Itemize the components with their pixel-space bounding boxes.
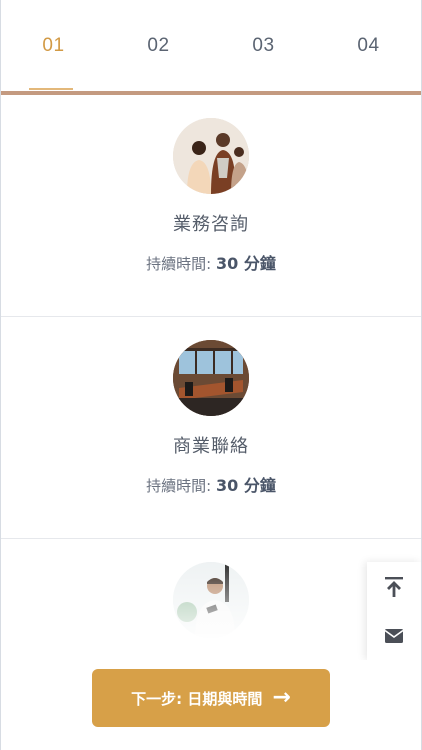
step-tabs: 01 02 03 04 <box>1 0 421 92</box>
conference-room-photo <box>173 340 249 416</box>
service-title: 業務咨詢 <box>173 214 249 235</box>
service-duration: 持續時間: 30 分鐘 <box>146 250 276 274</box>
duration-value: 30 分鐘 <box>216 476 276 495</box>
arrow-right-icon: → <box>272 685 291 710</box>
booking-widget: 01 02 03 04 業務咨詢 持續時間: 30 分鐘 商業聯絡 持續時間: … <box>0 0 422 750</box>
service-item-consulting[interactable]: 業務咨詢 持續時間: 30 分鐘 <box>1 95 421 317</box>
floating-actions <box>367 562 421 660</box>
tab-step-2[interactable]: 02 <box>106 0 211 92</box>
mail-icon[interactable] <box>367 611 421 660</box>
tab-step-1[interactable]: 01 <box>1 0 106 92</box>
next-step-label: 下一步: 日期與時間 <box>131 689 263 708</box>
service-title: 商業聯絡 <box>173 436 249 457</box>
duration-label: 持續時間: <box>146 477 212 495</box>
arrow-up-to-line-icon[interactable] <box>367 562 421 611</box>
duration-value: 30 分鐘 <box>216 254 276 273</box>
man-with-phone-photo <box>173 562 249 638</box>
duration-label: 持續時間: <box>146 255 212 273</box>
service-item-business-contact[interactable]: 商業聯絡 持續時間: 30 分鐘 <box>1 317 421 539</box>
bottom-action-bar: 下一步: 日期與時間 → <box>1 660 421 750</box>
tab-step-4[interactable]: 04 <box>316 0 421 92</box>
service-list: 業務咨詢 持續時間: 30 分鐘 商業聯絡 持續時間: 30 分鐘 <box>1 95 421 750</box>
service-duration: 持續時間: 30 分鐘 <box>146 472 276 496</box>
team-meeting-photo <box>173 118 249 194</box>
tab-step-3[interactable]: 03 <box>211 0 316 92</box>
next-step-button[interactable]: 下一步: 日期與時間 → <box>92 669 330 727</box>
